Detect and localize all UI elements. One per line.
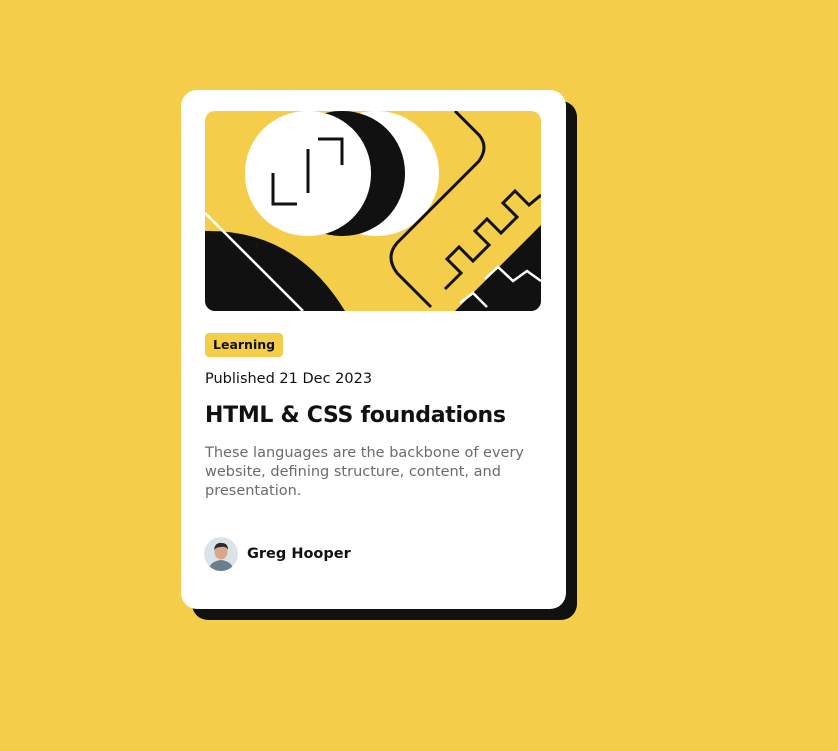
- card-description: These languages are the backbone of ever…: [205, 445, 524, 499]
- blog-preview-card: Learning Published 21 Dec 2023 HTML & CS…: [181, 90, 566, 609]
- published-date: Published 21 Dec 2023: [205, 371, 373, 387]
- abstract-illustration-icon: [205, 111, 541, 311]
- avatar: [204, 537, 238, 571]
- avatar-portrait-icon: [204, 537, 238, 571]
- author: Greg Hooper: [204, 537, 351, 571]
- author-name[interactable]: Greg Hooper: [247, 546, 351, 562]
- card-illustration: [205, 111, 541, 311]
- category-tag[interactable]: Learning: [205, 333, 284, 357]
- card-title[interactable]: HTML & CSS foundations: [205, 403, 542, 428]
